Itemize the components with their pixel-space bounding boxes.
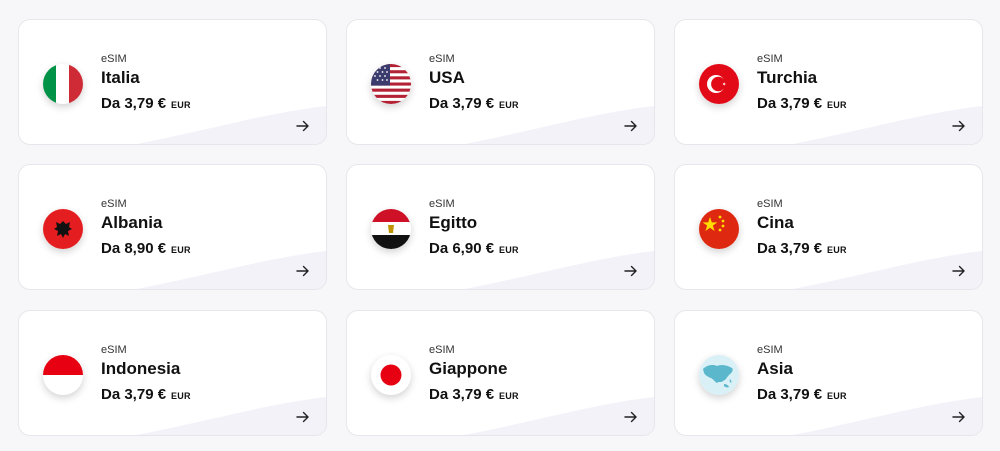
esim-card-giappone[interactable]: eSIM Giappone Da 3,79 € EUR xyxy=(346,310,655,436)
price-value: Da 3,79 € xyxy=(757,386,823,403)
price-value: Da 3,79 € xyxy=(757,240,823,257)
china-flag-icon xyxy=(699,209,739,249)
arrow-right-icon[interactable] xyxy=(624,411,638,423)
price-value: Da 3,79 € xyxy=(101,95,167,112)
region-name: Asia xyxy=(757,359,793,378)
esim-card-cina[interactable]: eSIM Cina Da 3,79 € EUR xyxy=(674,164,983,290)
arrow-right-icon[interactable] xyxy=(296,265,310,277)
esim-label: eSIM xyxy=(101,198,127,210)
price-value: Da 3,79 € xyxy=(429,386,495,403)
esim-label: eSIM xyxy=(757,344,783,356)
esim-label: eSIM xyxy=(429,198,455,210)
country-name: Turchia xyxy=(757,68,818,87)
esim-label: eSIM xyxy=(757,198,783,210)
currency-code: EUR xyxy=(827,100,847,110)
price: Da 6,90 € EUR xyxy=(429,240,519,257)
currency-code: EUR xyxy=(827,391,847,401)
country-name: Italia xyxy=(101,68,140,87)
currency-code: EUR xyxy=(499,391,519,401)
price-value: Da 3,79 € xyxy=(429,95,495,112)
country-name: Albania xyxy=(101,213,163,232)
esim-card-turchia[interactable]: eSIM Turchia Da 3,79 € EUR xyxy=(674,19,983,145)
esim-label: eSIM xyxy=(101,344,127,356)
price: Da 3,79 € EUR xyxy=(429,95,519,112)
esim-card-albania[interactable]: eSIM Albania Da 8,90 € EUR xyxy=(18,164,327,290)
arrow-right-icon[interactable] xyxy=(952,120,966,132)
esim-label: eSIM xyxy=(101,53,127,65)
albania-flag-icon xyxy=(43,209,83,249)
currency-code: EUR xyxy=(499,100,519,110)
esim-label: eSIM xyxy=(757,53,783,65)
price-value: Da 3,79 € xyxy=(101,386,167,403)
arrow-right-icon[interactable] xyxy=(624,120,638,132)
arrow-right-icon[interactable] xyxy=(296,120,310,132)
price: Da 3,79 € EUR xyxy=(429,386,519,403)
arrow-right-icon[interactable] xyxy=(624,265,638,277)
price-value: Da 6,90 € xyxy=(429,240,495,257)
arrow-right-icon[interactable] xyxy=(952,265,966,277)
price: Da 3,79 € EUR xyxy=(757,386,847,403)
esim-label: eSIM xyxy=(429,53,455,65)
price-value: Da 8,90 € xyxy=(101,240,167,257)
price-value: Da 3,79 € xyxy=(757,95,823,112)
egypt-flag-icon xyxy=(371,209,411,249)
asia-map-icon xyxy=(699,355,739,395)
esim-card-usa[interactable]: eSIM USA Da 3,79 € EUR xyxy=(346,19,655,145)
indonesia-flag-icon xyxy=(43,355,83,395)
esim-card-italia[interactable]: eSIM Italia Da 3,79 € EUR xyxy=(18,19,327,145)
country-name: Cina xyxy=(757,213,794,232)
esim-card-grid: eSIM Italia Da 3,79 € EUR eSIM USA Da 3,… xyxy=(0,0,1000,451)
currency-code: EUR xyxy=(171,391,191,401)
japan-flag-icon xyxy=(371,355,411,395)
country-name: Giappone xyxy=(429,359,508,378)
country-name: USA xyxy=(429,68,465,87)
esim-card-indonesia[interactable]: eSIM Indonesia Da 3,79 € EUR xyxy=(18,310,327,436)
italy-flag-icon xyxy=(43,64,83,104)
price: Da 3,79 € EUR xyxy=(757,240,847,257)
price: Da 3,79 € EUR xyxy=(757,95,847,112)
currency-code: EUR xyxy=(171,100,191,110)
price: Da 3,79 € EUR xyxy=(101,95,191,112)
esim-card-egitto[interactable]: eSIM Egitto Da 6,90 € EUR xyxy=(346,164,655,290)
esim-card-asia[interactable]: eSIM Asia Da 3,79 € EUR xyxy=(674,310,983,436)
currency-code: EUR xyxy=(171,245,191,255)
arrow-right-icon[interactable] xyxy=(296,411,310,423)
currency-code: EUR xyxy=(499,245,519,255)
price: Da 8,90 € EUR xyxy=(101,240,191,257)
currency-code: EUR xyxy=(827,245,847,255)
country-name: Indonesia xyxy=(101,359,181,378)
arrow-right-icon[interactable] xyxy=(952,411,966,423)
usa-flag-icon xyxy=(371,64,411,104)
esim-label: eSIM xyxy=(429,344,455,356)
turkey-flag-icon xyxy=(699,64,739,104)
price: Da 3,79 € EUR xyxy=(101,386,191,403)
country-name: Egitto xyxy=(429,213,478,232)
